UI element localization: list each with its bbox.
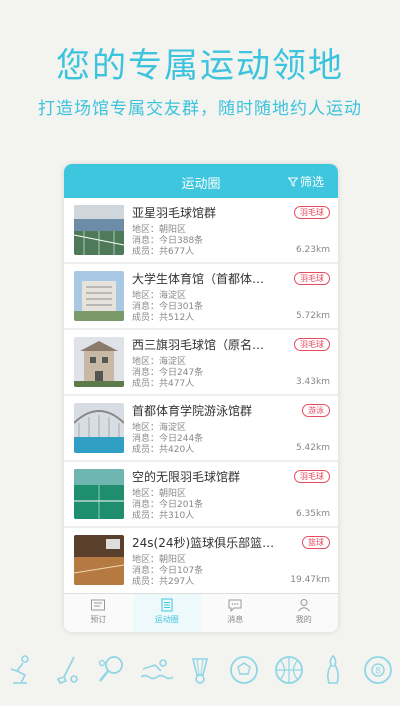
tab-booking[interactable]: 预订 xyxy=(64,594,133,632)
tab-label: 预订 xyxy=(90,615,107,624)
soccer-icon xyxy=(230,656,259,684)
tab-label: 运动圈 xyxy=(154,615,179,624)
venue-members: 成员：共297人 xyxy=(132,577,195,587)
sport-tag: 羽毛球 xyxy=(294,272,330,285)
venue-distance: 3.43km xyxy=(295,377,330,387)
golf-icon xyxy=(56,656,78,684)
ticket-icon xyxy=(91,599,106,611)
venue-name: 空的无限羽毛球馆群 xyxy=(132,470,241,484)
svg-text:8: 8 xyxy=(375,667,381,677)
tab-messages[interactable]: 消息 xyxy=(201,594,270,632)
list-icon xyxy=(161,598,173,612)
venue-name: 大学生体育馆（首都体… xyxy=(132,272,265,286)
venue-name: 24s(24秒)篮球俱乐部篮… xyxy=(132,536,275,550)
sport-tag: 羽毛球 xyxy=(294,470,330,483)
venue-item[interactable]: 24s(24秒)篮球俱乐部篮… 地区：朝阳区 消息：今日107条 成员：共297… xyxy=(64,528,338,592)
venue-item[interactable]: 首都体育学院游泳馆群 地区：海淀区 消息：今日244条 成员：共420人 游泳 … xyxy=(64,396,338,460)
sport-tag: 羽毛球 xyxy=(294,206,330,219)
venue-members: 成员：共477人 xyxy=(132,379,195,389)
tab-label: 我的 xyxy=(295,615,312,624)
phone-screen: 运动圈 筛选 亚星羽毛球馆群 地区：朝阳区 消息：今日388条 成员：共677人… xyxy=(64,164,338,632)
basketball-icon xyxy=(274,656,303,684)
bottom-tab-bar: 预订 运动圈 消息 我的 xyxy=(64,593,338,632)
venue-distance: 5.72km xyxy=(295,311,330,321)
sport-tag: 羽毛球 xyxy=(294,338,330,351)
venue-distance: 6.35km xyxy=(295,509,330,519)
venue-distance: 6.23km xyxy=(295,245,330,255)
venue-name: 亚星羽毛球馆群 xyxy=(132,206,217,220)
subheadline: 打造场馆专属交友群，随时随地约人运动 xyxy=(38,99,362,119)
venue-distance: 5.42km xyxy=(295,443,330,453)
venue-members: 成员：共677人 xyxy=(132,247,195,257)
venue-thumbnail xyxy=(74,403,124,453)
venue-item[interactable]: 空的无限羽毛球馆群 地区：朝阳区 消息：今日201条 成员：共310人 羽毛球 … xyxy=(64,462,338,526)
venue-name: 首都体育学院游泳馆群 xyxy=(132,404,253,418)
venue-thumbnail xyxy=(74,535,124,585)
sports-icon-row: 8 xyxy=(0,640,400,700)
tab-sports-circle[interactable]: 运动圈 xyxy=(132,594,201,632)
venue-thumbnail xyxy=(74,469,124,519)
filter-label: 筛选 xyxy=(299,175,324,189)
venue-item[interactable]: 西三旗羽毛球馆（原名… 地区：海淀区 消息：今日247条 成员：共477人 羽毛… xyxy=(64,330,338,394)
venue-name: 西三旗羽毛球馆（原名… xyxy=(132,338,265,352)
swimming-icon xyxy=(140,659,173,680)
table-tennis-icon xyxy=(98,656,123,682)
venue-members: 成员：共310人 xyxy=(132,511,195,521)
skating-icon xyxy=(10,655,30,684)
person-icon xyxy=(297,599,310,612)
venue-thumbnail xyxy=(74,271,124,321)
venue-thumbnail xyxy=(74,337,124,387)
billiards-icon: 8 xyxy=(363,656,392,684)
venue-distance: 19.47km xyxy=(290,575,330,585)
venue-thumbnail xyxy=(74,205,124,255)
chat-icon xyxy=(228,599,242,612)
tab-mine[interactable]: 我的 xyxy=(270,594,339,632)
venue-list: 亚星羽毛球馆群 地区：朝阳区 消息：今日388条 成员：共677人 羽毛球 6.… xyxy=(64,198,338,592)
sport-tag: 游泳 xyxy=(302,404,330,417)
filter-icon xyxy=(287,177,298,187)
venue-members: 成员：共420人 xyxy=(132,445,195,455)
venue-members: 成员：共512人 xyxy=(132,313,195,323)
tab-label: 消息 xyxy=(227,615,244,624)
filter-button[interactable]: 筛选 xyxy=(287,173,324,190)
app-header: 运动圈 筛选 xyxy=(64,164,338,198)
venue-item[interactable]: 亚星羽毛球馆群 地区：朝阳区 消息：今日388条 成员：共677人 羽毛球 6.… xyxy=(64,198,338,262)
headline: 您的专属运动领地 xyxy=(56,46,344,86)
badminton-icon xyxy=(191,658,208,684)
sport-tag: 篮球 xyxy=(302,536,330,549)
venue-item[interactable]: 大学生体育馆（首都体… 地区：海淀区 消息：今日301条 成员：共512人 羽毛… xyxy=(64,264,338,328)
bowling-icon xyxy=(327,654,340,684)
